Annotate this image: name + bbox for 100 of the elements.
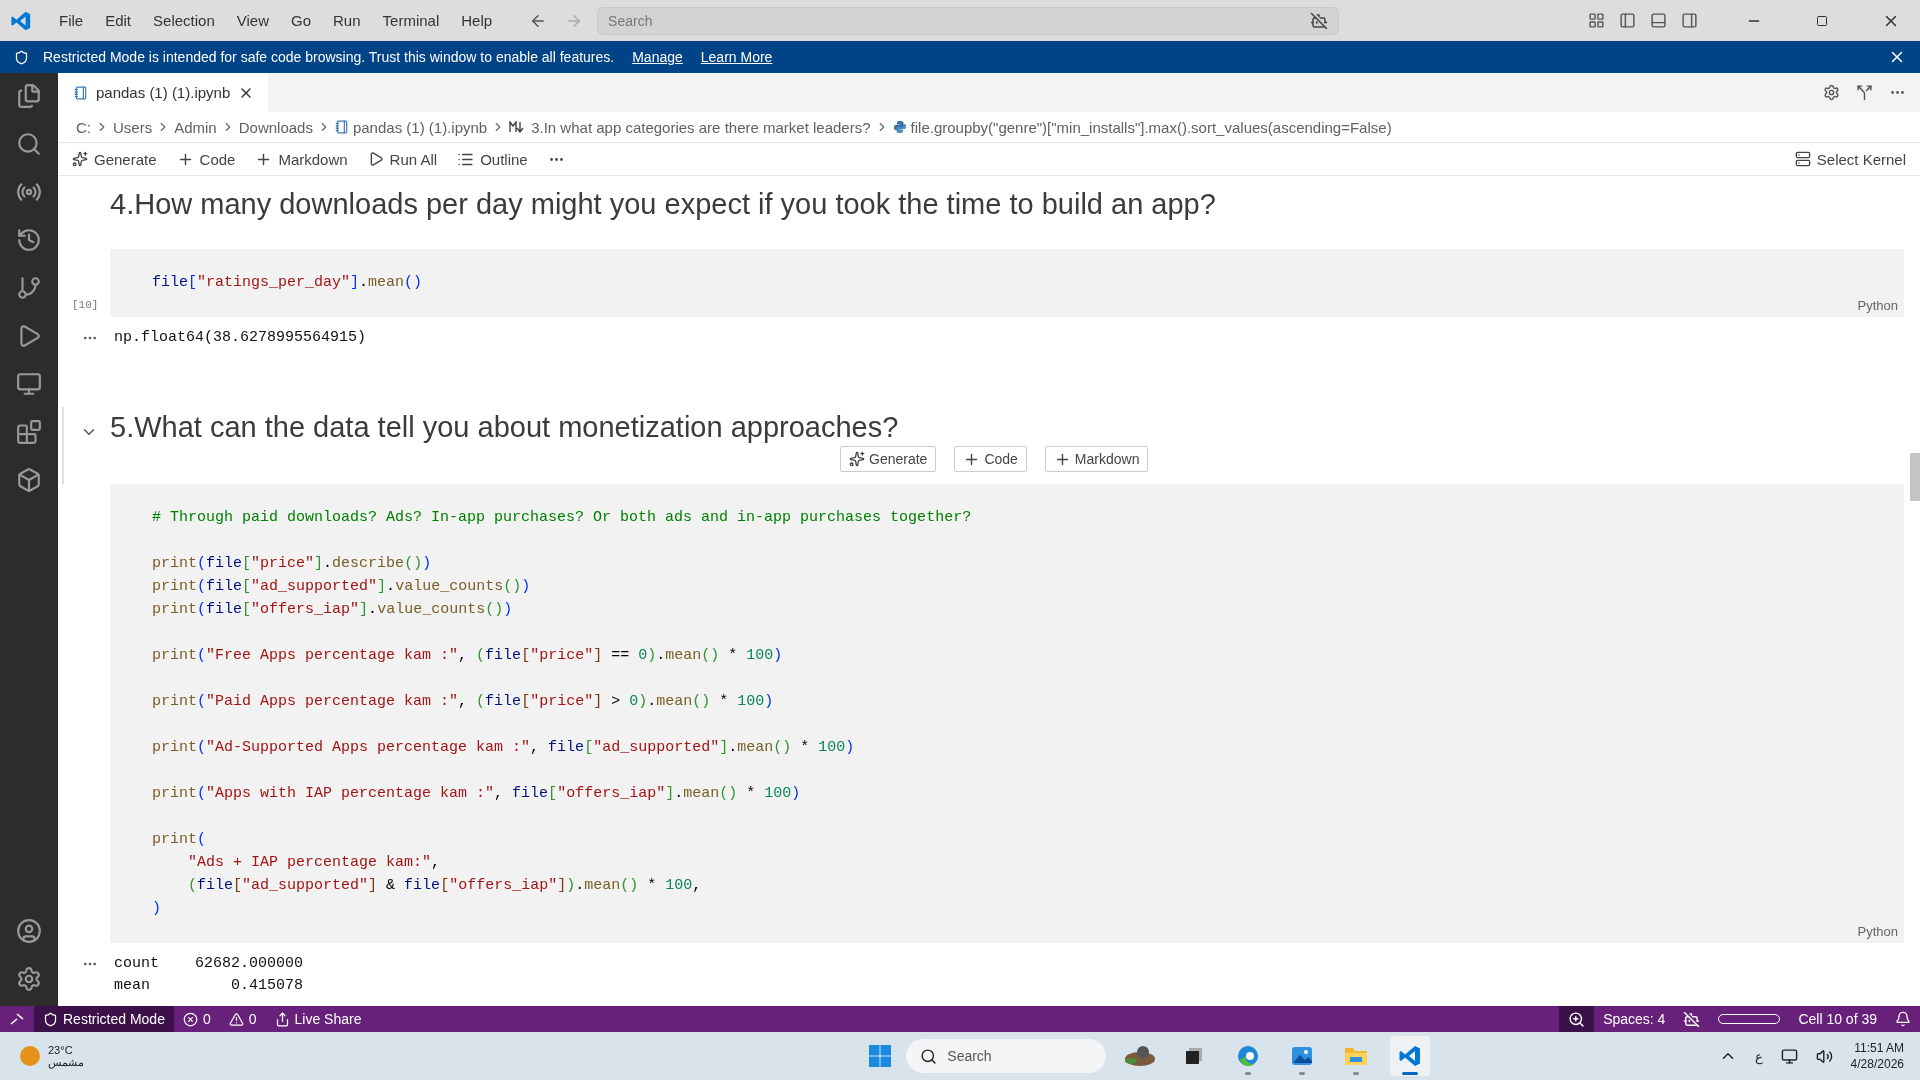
extensions-icon[interactable] — [16, 419, 42, 445]
taskbar-search-field[interactable]: Search — [906, 1039, 1107, 1073]
status-item[interactable]: 0 — [219, 1006, 266, 1032]
scrollbar-thumb[interactable] — [1910, 453, 1920, 501]
cell-language[interactable]: Python — [1857, 924, 1898, 939]
shield-icon — [14, 49, 29, 65]
menu-item[interactable]: Run — [324, 12, 370, 29]
select-kernel-button[interactable]: Select Kernel — [1794, 150, 1906, 168]
breadcrumb-item[interactable]: file.groupby("genre")["min_installs"].max().sort_values(ascending=False) — [910, 118, 1392, 136]
history-icon[interactable] — [16, 227, 42, 253]
search-icon[interactable] — [16, 131, 42, 157]
code-line: print("Paid Apps percentage kam :", (file["price"] > 0).mean() * 100) — [152, 692, 774, 712]
bot-off-icon — [1683, 1010, 1701, 1028]
execution-count: [10] — [72, 299, 99, 311]
widget-icon[interactable] — [1123, 1043, 1158, 1069]
share-icon — [274, 1011, 290, 1027]
settings-icon[interactable] — [1823, 84, 1840, 101]
breadcrumb-item[interactable]: 3.In what app categories are there market leaders? — [531, 118, 871, 136]
folder-icon[interactable] — [1344, 1045, 1369, 1067]
insert-cell-button[interactable]: Code — [954, 446, 1027, 472]
panel-toggle-icon[interactable] — [1650, 12, 1667, 29]
toolbar-button[interactable]: Code — [176, 150, 236, 168]
shield-icon — [43, 1011, 58, 1027]
menu-item[interactable]: Help — [452, 12, 502, 29]
notebook-icon — [334, 120, 349, 134]
output-line: mean 0.415078 — [114, 976, 304, 996]
breadcrumb-item[interactable]: C: — [76, 118, 91, 136]
windows-start-icon[interactable] — [868, 1044, 893, 1068]
menu-item[interactable]: Edit — [96, 12, 141, 29]
status-item[interactable]: Restricted Mode — [34, 1006, 174, 1032]
code-line: ) — [152, 899, 161, 919]
code-line: # Through paid downloads? Ads? In-app purchases? Or both ads and in-app purchases together? — [152, 508, 972, 528]
error-icon — [182, 1011, 198, 1027]
status-item[interactable]: Spaces: 4 — [1594, 1006, 1675, 1032]
markdown-heading: 5.What can the data tell you about monetization approaches? — [110, 411, 899, 444]
vscode-logo-icon — [10, 9, 32, 32]
banner-text: Restricted Mode is intended for safe code browsing. Trust this window to enable all features. — [43, 49, 615, 65]
toolbar-button[interactable]: Outline — [457, 150, 528, 168]
output-line: np.float64(38.6278995564915) — [114, 328, 367, 348]
code-line: print("Apps with IAP percentage kam :", file["offers_iap"].mean() * 100) — [152, 784, 801, 804]
toolbar-button[interactable]: Markdown — [255, 150, 348, 168]
python-icon — [892, 120, 907, 134]
status-item[interactable]: Cell 10 of 39 — [1789, 1006, 1886, 1032]
breadcrumb-item[interactable]: Downloads — [238, 118, 313, 136]
cell-language[interactable]: Python — [1857, 298, 1898, 313]
explorer-icon[interactable] — [16, 83, 42, 109]
markdown-heading: 4.How many downloads per day might you expect if you took the time to build an app? — [110, 188, 1216, 221]
remote-explorer-icon[interactable] — [16, 371, 42, 397]
zoom-icon — [1568, 1010, 1586, 1028]
source-control-icon[interactable] — [16, 275, 42, 301]
settings-icon[interactable] — [16, 966, 42, 992]
search-icon — [920, 1047, 938, 1065]
code-line: print("Ad-Supported Apps percentage kam :", file["ad_supported"].mean() * 100) — [152, 738, 855, 758]
menu-item[interactable]: Selection — [144, 12, 224, 29]
code-line: print(file["offers_iap"].value_counts()) — [152, 600, 513, 620]
editor-tab[interactable]: pandas (1) (1).ipynb — [58, 73, 269, 112]
code-line: "Ads + IAP percentage kam:", — [187, 853, 441, 873]
menu-item[interactable]: Terminal — [373, 12, 449, 29]
network-icon[interactable] — [1780, 1047, 1798, 1065]
sidebar-toggle-icon[interactable] — [1619, 12, 1636, 29]
restore-icon[interactable] — [1816, 14, 1828, 27]
photos-icon[interactable] — [1290, 1044, 1315, 1068]
status-item[interactable]: Live Share — [265, 1006, 371, 1032]
banner-link[interactable]: Manage — [632, 49, 683, 65]
browser-icon[interactable] — [1236, 1044, 1261, 1068]
insert-cell-button[interactable]: Markdown — [1044, 446, 1149, 472]
bell-icon — [1895, 1011, 1911, 1027]
warning-icon — [228, 1011, 244, 1027]
keyboard-language[interactable]: ع — [1754, 1048, 1763, 1064]
layout-icon[interactable] — [1588, 12, 1605, 29]
status-item[interactable]: 0 — [173, 1006, 220, 1032]
menu-item[interactable]: File — [50, 12, 93, 29]
sparkle-icon — [849, 451, 865, 467]
code-line: print(file["price"].describe()) — [152, 554, 432, 574]
banner-link[interactable]: Learn More — [700, 49, 773, 65]
chat-icon[interactable] — [1310, 11, 1329, 30]
code-line: file["ratings_per_day"].mean() — [152, 273, 423, 293]
output-line: count 62682.000000 — [114, 954, 304, 974]
toolbar-button[interactable]: Generate — [72, 150, 157, 168]
sparkle-icon — [72, 151, 88, 167]
notebook-icon — [74, 85, 88, 100]
box-icon[interactable] — [16, 467, 42, 493]
insert-cell-button[interactable]: Generate — [840, 446, 937, 472]
code-line: print( — [152, 830, 207, 850]
toolbar-button[interactable]: Run All — [367, 150, 438, 168]
code-line: print("Free Apps percentage kam :", (file["price"] == 0).mean() * 100) — [152, 646, 783, 666]
kernel-icon — [1794, 151, 1811, 167]
secondary-sidebar-icon[interactable] — [1681, 12, 1698, 29]
vscode-icon[interactable] — [1398, 1044, 1423, 1068]
clock[interactable]: 11:51 AM 4/28/2026 — [1850, 1041, 1904, 1071]
breadcrumb-item[interactable]: Admin — [174, 118, 217, 136]
menu-item[interactable]: Go — [282, 12, 320, 29]
zoom-status-item[interactable] — [1559, 1006, 1595, 1032]
volume-icon[interactable] — [1815, 1047, 1833, 1065]
breadcrumb-item[interactable]: Users — [113, 118, 153, 136]
menu-item[interactable]: View — [227, 12, 278, 29]
breadcrumb-item[interactable]: pandas (1) (1).ipynb — [352, 118, 488, 136]
code-line: (file["ad_supported"] & file["offers_iap"]).mean() * 100, — [187, 876, 702, 896]
account-icon[interactable] — [16, 918, 42, 944]
split-editor-icon[interactable] — [1856, 84, 1873, 101]
